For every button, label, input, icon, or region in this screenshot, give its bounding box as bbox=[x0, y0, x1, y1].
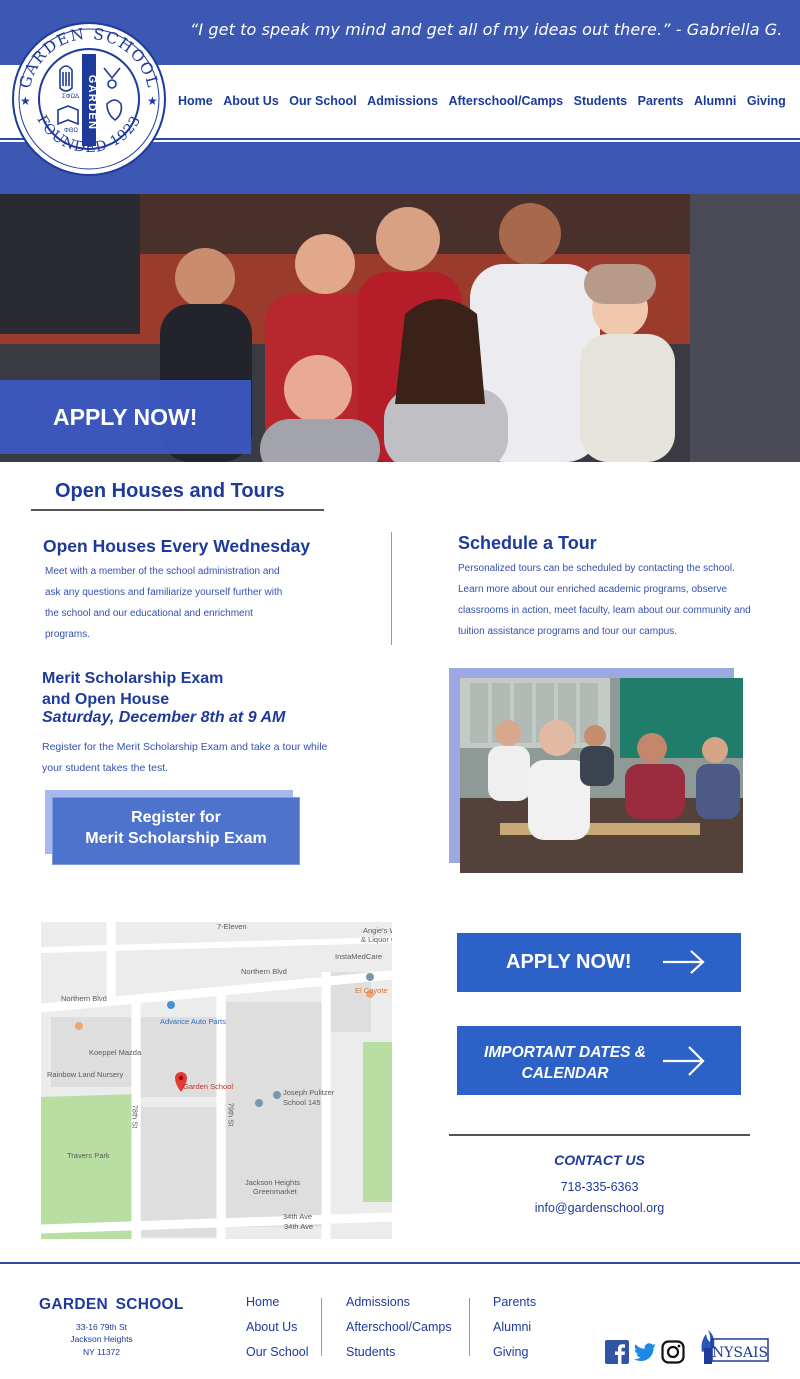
merit-title-line1: Merit Scholarship Exam bbox=[42, 670, 224, 687]
nav-parents[interactable]: Parents bbox=[638, 94, 684, 108]
map-label-northern-blvd-east: Northern Blvd bbox=[241, 967, 287, 976]
footer-link-admissions[interactable]: Admissions bbox=[346, 1294, 452, 1319]
open-houses-description: Meet with a member of the school adminis… bbox=[45, 566, 283, 640]
nav-giving[interactable]: Giving bbox=[747, 94, 786, 108]
merit-exam-date: Saturday, December 8th at 9 AM bbox=[42, 709, 286, 726]
school-location-map[interactable]: 7-Eleven Angie's W & Liquor C InstaMedCa… bbox=[41, 922, 392, 1239]
svg-text:★: ★ bbox=[147, 94, 158, 108]
nav-about-us[interactable]: About Us bbox=[223, 94, 279, 108]
garden-school-logo[interactable]: GARDEN SCHOOL FOUNDED 1923 ★ ★ GARDEN ΣΦ… bbox=[12, 22, 166, 176]
main-nav: Home About Us Our School Admissions Afte… bbox=[178, 94, 796, 108]
footer-link-students[interactable]: Students bbox=[346, 1344, 452, 1369]
map-label-advance-auto: Advance Auto Parts bbox=[160, 1017, 226, 1026]
instagram-icon[interactable] bbox=[661, 1340, 685, 1364]
nav-our-school[interactable]: Our School bbox=[289, 94, 356, 108]
merit-exam-heading: Merit Scholarship Exam and Open House bbox=[42, 668, 223, 710]
footer-link-giving[interactable]: Giving bbox=[493, 1344, 536, 1369]
map-label-jh-greenmarket-1: Jackson Heights bbox=[245, 1178, 301, 1187]
map-label-instamedcare: InstaMedCare bbox=[335, 952, 383, 961]
twitter-icon[interactable] bbox=[633, 1340, 657, 1364]
arrow-right-icon bbox=[663, 950, 705, 974]
footer-link-parents[interactable]: Parents bbox=[493, 1294, 536, 1319]
contact-phone[interactable]: 718-335-6363 bbox=[449, 1180, 750, 1194]
apply-now-button[interactable]: APPLY NOW! bbox=[457, 933, 741, 992]
map-label-pulitzer-1: Joseph Pulitzer bbox=[283, 1088, 335, 1097]
apply-now-label: APPLY NOW! bbox=[506, 951, 632, 973]
footer-links-col3: Parents Alumni Giving bbox=[493, 1294, 536, 1369]
classroom-photo bbox=[460, 678, 743, 873]
footer-link-about-us[interactable]: About Us bbox=[246, 1319, 309, 1344]
footer-column-divider bbox=[321, 1298, 322, 1356]
map-label-78th-st: 78th St bbox=[130, 1104, 140, 1129]
map-label-northern-blvd-west: Northern Blvd bbox=[61, 994, 107, 1003]
map-label-jh-greenmarket-2: Greenmarket bbox=[253, 1187, 297, 1196]
map-label-34th-ave-1: 34th Ave bbox=[283, 1212, 313, 1221]
student-quote: “I get to speak my mind and get all of m… bbox=[190, 20, 783, 39]
register-button-line2: Merit Scholarship Exam bbox=[85, 830, 267, 847]
contact-email[interactable]: info@gardenschool.org bbox=[449, 1201, 750, 1215]
map-illustration bbox=[41, 922, 392, 1239]
footer-link-afterschool-camps[interactable]: Afterschool/Camps bbox=[346, 1319, 452, 1344]
arrow-right-icon bbox=[663, 1046, 705, 1076]
schedule-tour-description: Personalized tours can be scheduled by c… bbox=[458, 563, 751, 637]
nysais-text: NYSAIS bbox=[712, 1345, 768, 1361]
map-label-liquor: & Liquor C bbox=[361, 935, 392, 944]
map-label-pulitzer-2: School 145 bbox=[283, 1098, 321, 1107]
important-dates-line2: CALENDAR bbox=[521, 1065, 609, 1082]
section-divider bbox=[31, 509, 324, 511]
map-label-el-coyote: El Coyote bbox=[355, 986, 388, 995]
open-houses-heading: Open Houses Every Wednesday bbox=[43, 536, 311, 556]
nav-admissions[interactable]: Admissions bbox=[367, 94, 438, 108]
map-label-garden-school: Garden School bbox=[183, 1082, 234, 1091]
register-merit-exam-button[interactable]: Register for Merit Scholarship Exam bbox=[52, 797, 300, 865]
facebook-icon[interactable] bbox=[605, 1340, 629, 1364]
nav-home[interactable]: Home bbox=[178, 94, 213, 108]
svg-text:ΦΘΩ: ΦΘΩ bbox=[64, 128, 78, 134]
hero-apply-now-button[interactable]: APPLY NOW! bbox=[0, 380, 251, 454]
footer-school-name: GARDEN SCHOOL bbox=[39, 1296, 184, 1313]
footer-link-our-school[interactable]: Our School bbox=[246, 1344, 309, 1369]
footer-links-col1: Home About Us Our School bbox=[246, 1294, 309, 1369]
important-dates-calendar-button[interactable]: IMPORTANT DATES & CALENDAR bbox=[457, 1026, 741, 1095]
map-label-angies: Angie's W bbox=[363, 926, 392, 935]
footer-column-divider bbox=[469, 1298, 470, 1356]
contact-us-heading: CONTACT US bbox=[554, 1152, 645, 1168]
open-houses-section-title: Open Houses and Tours bbox=[55, 480, 285, 502]
nav-students[interactable]: Students bbox=[574, 94, 627, 108]
footer-divider bbox=[0, 1262, 800, 1264]
map-label-rainbow: Rainbow Land Nursery bbox=[47, 1070, 124, 1079]
column-divider bbox=[391, 532, 392, 645]
svg-text:ΣΦΩΔ: ΣΦΩΔ bbox=[62, 94, 79, 100]
map-label-koeppel: Koeppel Mazda bbox=[89, 1048, 142, 1057]
merit-title-line2: and Open House bbox=[42, 691, 170, 708]
footer-link-home[interactable]: Home bbox=[246, 1294, 309, 1319]
footer-address-street: 33-16 79th St bbox=[75, 1322, 128, 1332]
classroom-photo-illustration bbox=[460, 678, 743, 873]
logo-center-text: GARDEN bbox=[86, 75, 98, 130]
map-label-travers-park: Travers Park bbox=[67, 1151, 110, 1160]
schedule-tour-heading: Schedule a Tour bbox=[458, 533, 597, 553]
important-dates-label: IMPORTANT DATES & CALENDAR bbox=[475, 1042, 655, 1084]
footer-link-alumni[interactable]: Alumni bbox=[493, 1319, 536, 1344]
contact-divider bbox=[449, 1134, 750, 1136]
nysais-accreditation-logo: NYSAIS bbox=[701, 1330, 769, 1364]
nav-alumni[interactable]: Alumni bbox=[694, 94, 736, 108]
footer-address-state: NY 11372 bbox=[82, 1347, 121, 1357]
map-label-7-eleven: 7-Eleven bbox=[217, 922, 247, 931]
map-label-34th-ave-2: 34th Ave bbox=[284, 1222, 314, 1231]
register-button-line1: Register for bbox=[131, 809, 221, 826]
map-label-79th-st: 79th St bbox=[226, 1102, 236, 1127]
merit-exam-description: Register for the Merit Scholarship Exam … bbox=[42, 741, 328, 774]
nav-afterschool-camps[interactable]: Afterschool/Camps bbox=[449, 94, 564, 108]
important-dates-line1: IMPORTANT DATES & bbox=[484, 1044, 646, 1061]
footer-links-col2: Admissions Afterschool/Camps Students bbox=[346, 1294, 452, 1369]
footer-address-city: Jackson Heights bbox=[70, 1334, 133, 1344]
svg-text:★: ★ bbox=[20, 94, 31, 108]
